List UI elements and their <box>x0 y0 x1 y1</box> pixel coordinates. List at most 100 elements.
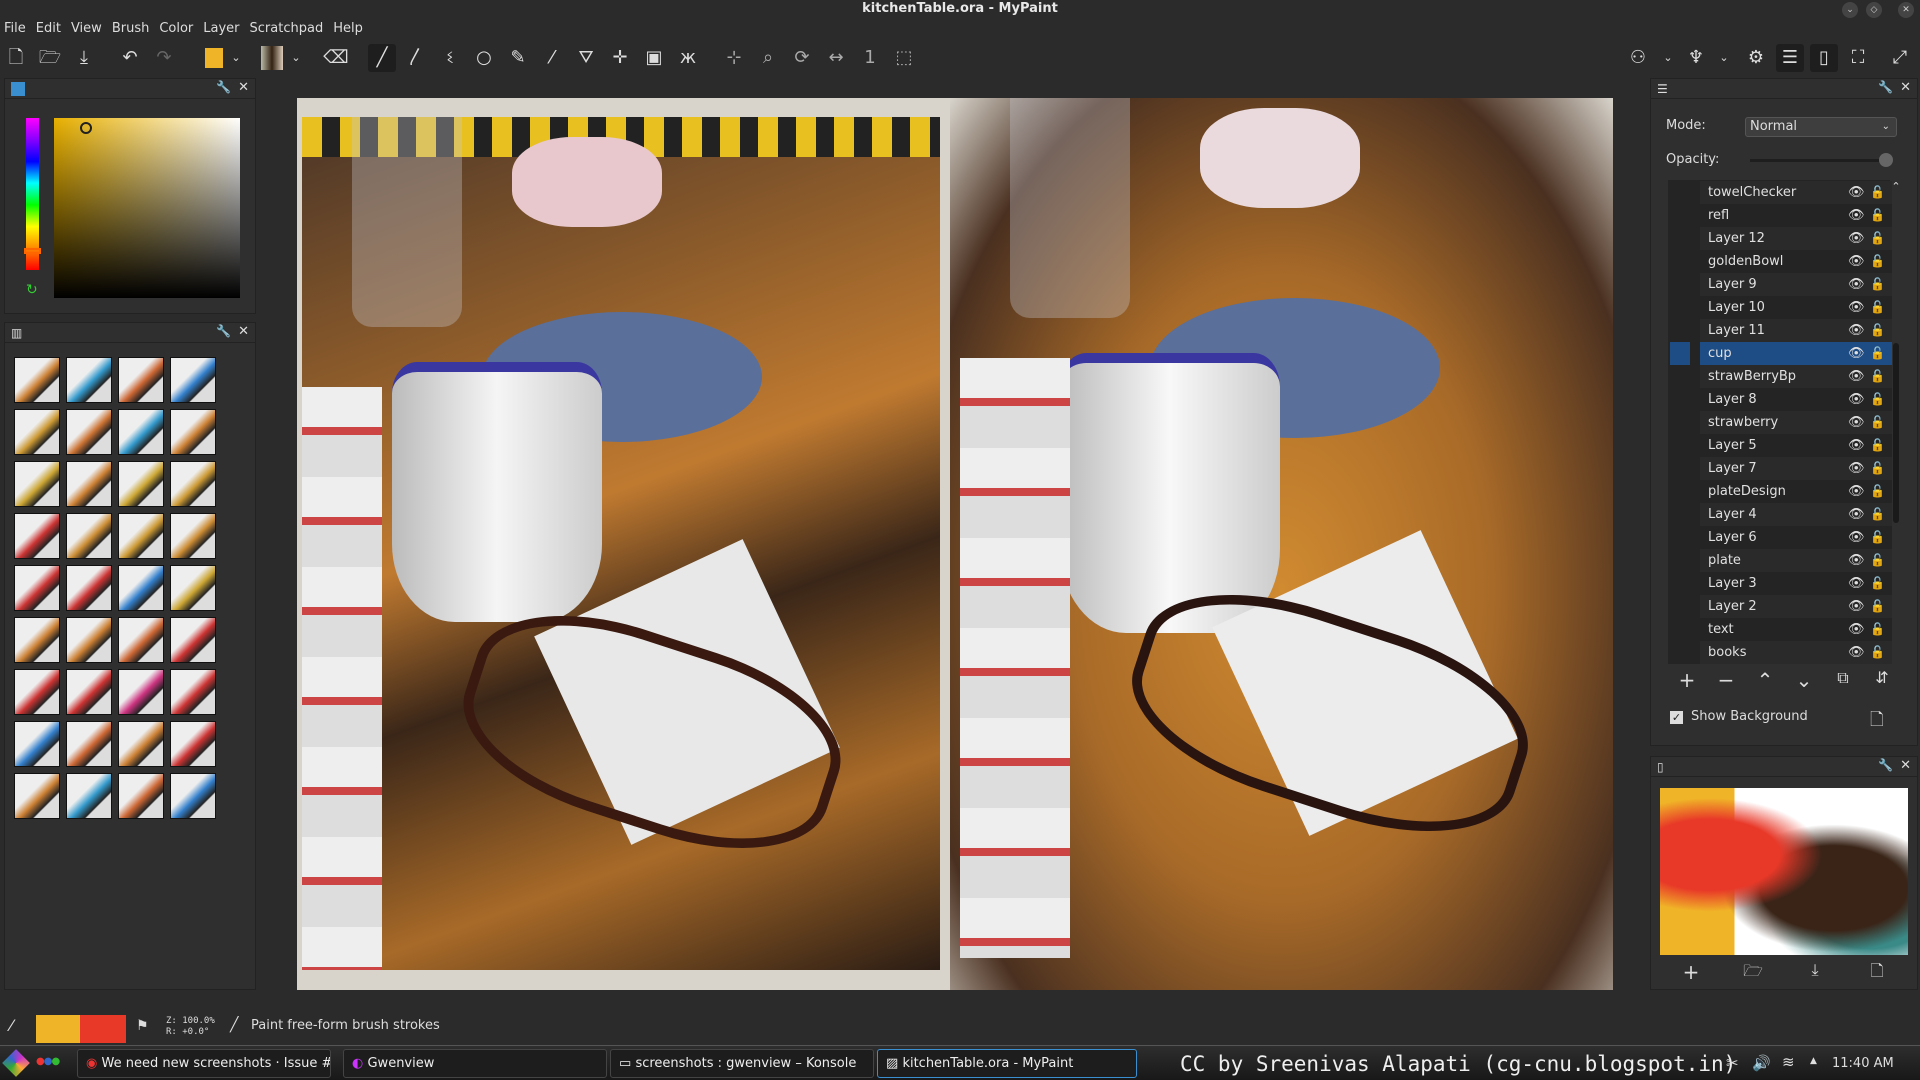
brush-preset[interactable] <box>66 773 112 819</box>
new-scratchpad-icon[interactable]: + <box>1676 960 1706 984</box>
move-layer-down-icon[interactable]: ⌄ <box>1789 668 1819 692</box>
canvas[interactable] <box>297 98 1613 990</box>
scissors-icon[interactable]: ✂ <box>1726 1054 1739 1072</box>
redo-icon[interactable]: ↷ <box>150 44 178 72</box>
brush-preset[interactable] <box>170 721 216 767</box>
brush-preset[interactable] <box>118 721 164 767</box>
undo-icon[interactable]: ↶ <box>116 44 144 72</box>
close-icon[interactable]: ✕ <box>1900 80 1911 95</box>
brush-preset[interactable] <box>118 565 164 611</box>
visibility-eye-icon[interactable]: 👁 <box>1848 411 1865 434</box>
visibility-eye-icon[interactable]: 👁 <box>1848 549 1865 572</box>
unlock-icon[interactable]: 🔓 <box>1870 411 1885 434</box>
brush-preset[interactable] <box>170 461 216 507</box>
brush-preset[interactable] <box>14 773 60 819</box>
unlock-icon[interactable]: 🔓 <box>1870 181 1885 204</box>
brush-preset[interactable] <box>14 721 60 767</box>
brush-preset[interactable] <box>14 409 60 455</box>
layer-row[interactable]: strawBerryBp 👁 🔓 <box>1700 365 1892 388</box>
refresh-icon[interactable]: ↻ <box>26 282 38 298</box>
visibility-eye-icon[interactable]: 👁 <box>1848 227 1865 250</box>
maximize-button[interactable]: ◇ <box>1866 2 1882 18</box>
settings-gear-icon[interactable]: ⚙ <box>1742 44 1770 72</box>
unlock-icon[interactable]: 🔓 <box>1870 388 1885 411</box>
brush-preset[interactable] <box>170 617 216 663</box>
unlock-icon[interactable]: 🔓 <box>1870 342 1885 365</box>
layer-row[interactable]: Layer 12 👁 🔓 <box>1700 227 1892 250</box>
brush-preset[interactable] <box>66 669 112 715</box>
brush-preset[interactable] <box>118 461 164 507</box>
opacity-slider[interactable] <box>1750 159 1890 162</box>
close-window-button[interactable]: ✕ <box>1898 2 1914 18</box>
reset-zoom-icon[interactable]: 1 <box>856 44 884 72</box>
color-panels-icon[interactable]: ⚇ <box>1624 44 1652 72</box>
brush-preset[interactable] <box>170 357 216 403</box>
move-layer-up-icon[interactable]: ⌃ <box>1750 668 1780 692</box>
fullscreen-icon[interactable]: ⛶ <box>1844 44 1872 72</box>
secondary-color-swatch[interactable] <box>80 1015 126 1043</box>
brush-preset[interactable] <box>170 669 216 715</box>
visibility-eye-icon[interactable]: 👁 <box>1848 641 1865 664</box>
unlock-icon[interactable]: 🔓 <box>1870 273 1885 296</box>
menu-brush[interactable]: Brush <box>112 20 150 38</box>
new-file-icon[interactable]: 🗋 <box>2 44 30 72</box>
wifi-icon[interactable]: ≋ <box>1782 1053 1795 1071</box>
chevron-down-icon[interactable]: ⌄ <box>1710 44 1738 72</box>
scratchpad-panel-icon[interactable]: ▯ <box>1810 44 1838 72</box>
unlock-icon[interactable]: 🔓 <box>1870 434 1885 457</box>
menu-layer[interactable]: Layer <box>203 20 239 38</box>
layer-row[interactable]: Layer 3 👁 🔓 <box>1700 572 1892 595</box>
mode-dropdown[interactable]: Normal ⌄ <box>1745 117 1897 137</box>
visibility-eye-icon[interactable]: 👁 <box>1848 388 1865 411</box>
visibility-eye-icon[interactable]: 👁 <box>1848 296 1865 319</box>
brush-preset[interactable] <box>66 617 112 663</box>
freehand-brush-icon[interactable]: ╱ <box>368 44 396 72</box>
layer-row[interactable]: Layer 5 👁 🔓 <box>1700 434 1892 457</box>
layer-row[interactable]: Layer 4 👁 🔓 <box>1700 503 1892 526</box>
brush-preset[interactable] <box>170 565 216 611</box>
connected-lines-icon[interactable]: ଽ <box>436 44 464 72</box>
brush-preset[interactable] <box>14 357 60 403</box>
visibility-eye-icon[interactable]: 👁 <box>1848 434 1865 457</box>
layer-list-scrollbar[interactable]: ⌃ <box>1890 180 1902 664</box>
brush-preset[interactable] <box>118 669 164 715</box>
background-settings-icon[interactable]: 🗋 <box>1870 707 1884 736</box>
unlock-icon[interactable]: 🔓 <box>1870 227 1885 250</box>
visibility-eye-icon[interactable]: 👁 <box>1848 457 1865 480</box>
merge-layer-icon[interactable]: ⇵ <box>1867 668 1897 687</box>
rotate-icon[interactable]: ⟳ <box>788 44 816 72</box>
layer-row[interactable]: books 👁 🔓 <box>1700 641 1892 664</box>
brush-preset[interactable] <box>66 461 112 507</box>
export-scratchpad-icon[interactable]: 🗋 <box>1862 960 1892 987</box>
layer-row[interactable]: goldenBowl 👁 🔓 <box>1700 250 1892 273</box>
close-icon[interactable]: ✕ <box>238 80 249 95</box>
layer-row[interactable]: plate 👁 🔓 <box>1700 549 1892 572</box>
brush-preset[interactable] <box>14 669 60 715</box>
brush-preset[interactable] <box>118 773 164 819</box>
chevron-down-icon[interactable]: ⌄ <box>282 44 310 72</box>
unlock-icon[interactable]: 🔓 <box>1870 319 1885 342</box>
pen-tool-icon[interactable]: ✎ <box>504 44 532 72</box>
brush-preset[interactable] <box>170 513 216 559</box>
visibility-eye-icon[interactable]: 👁 <box>1848 480 1865 503</box>
layer-row[interactable]: Layer 9 👁 🔓 <box>1700 273 1892 296</box>
layer-row[interactable]: refl 👁 🔓 <box>1700 204 1892 227</box>
brush-preset[interactable] <box>66 513 112 559</box>
brush-preset[interactable] <box>118 357 164 403</box>
unlock-icon[interactable]: 🔓 <box>1870 365 1885 388</box>
unlock-icon[interactable]: 🔓 <box>1870 549 1885 572</box>
layer-row[interactable]: towelChecker 👁 🔓 <box>1700 181 1892 204</box>
unlock-icon[interactable]: 🔓 <box>1870 526 1885 549</box>
visibility-eye-icon[interactable]: 👁 <box>1848 181 1865 204</box>
pin-icon[interactable]: 🔧 <box>1878 80 1893 94</box>
layer-row[interactable]: Layer 8 👁 🔓 <box>1700 388 1892 411</box>
layer-row[interactable]: cup 👁 🔓 <box>1700 342 1892 365</box>
layer-row[interactable]: Layer 7 👁 🔓 <box>1700 457 1892 480</box>
brush-preset[interactable] <box>66 409 112 455</box>
visibility-eye-icon[interactable]: 👁 <box>1848 273 1865 296</box>
layer-row[interactable]: plateDesign 👁 🔓 <box>1700 480 1892 503</box>
tray-expand-icon[interactable]: ▲ <box>1810 1056 1817 1066</box>
visibility-eye-icon[interactable]: 👁 <box>1848 365 1865 388</box>
task-mypaint[interactable]: ▨ kitchenTable.ora - MyPaint <box>877 1049 1137 1078</box>
chevron-down-icon[interactable]: ⌄ <box>222 44 250 72</box>
